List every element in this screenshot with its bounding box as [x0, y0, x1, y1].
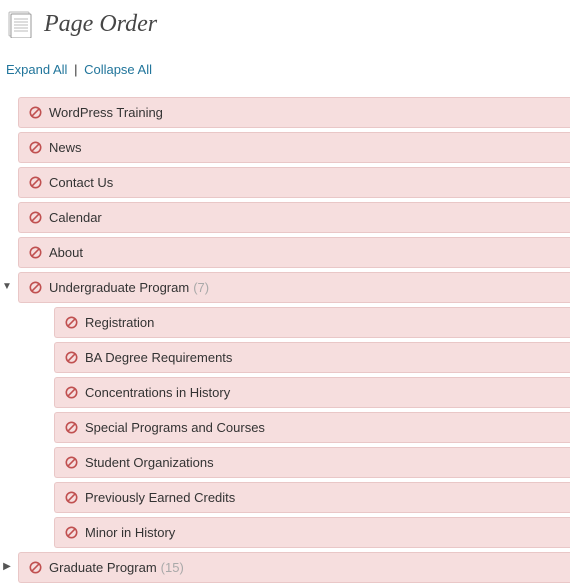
no-entry-icon	[29, 141, 42, 154]
page-label: Minor in History	[85, 525, 175, 540]
page-label: Previously Earned Credits	[85, 490, 235, 505]
no-entry-icon	[29, 106, 42, 119]
page-tree: WordPress Training News Contact Us Calendar…	[0, 87, 570, 583]
page-item: About	[18, 237, 570, 268]
page-label: News	[49, 140, 82, 155]
no-entry-icon	[65, 526, 78, 539]
child-count: (7)	[193, 280, 209, 295]
no-entry-icon	[29, 281, 42, 294]
page-label: Calendar	[49, 210, 102, 225]
page-row[interactable]: Graduate Program (15)	[18, 552, 570, 583]
disclosure-open-icon[interactable]: ▼	[0, 279, 14, 293]
page-label: BA Degree Requirements	[85, 350, 232, 365]
page-row[interactable]: Contact Us	[18, 167, 570, 198]
page-item: ▶Graduate Program(15)	[18, 552, 570, 583]
page-row[interactable]: Minor in History	[54, 517, 570, 548]
page-order-icon	[6, 10, 34, 38]
page-item: ▼Undergraduate Program(7)RegistrationBA …	[18, 272, 570, 548]
expand-all-link[interactable]: Expand All	[6, 62, 67, 77]
page-row[interactable]: Undergraduate Program (7)	[18, 272, 570, 303]
no-entry-icon	[65, 316, 78, 329]
disclosure-closed-icon[interactable]: ▶	[0, 559, 14, 573]
page-row[interactable]: BA Degree Requirements	[54, 342, 570, 373]
page-label: About	[49, 245, 83, 260]
page-label: Contact Us	[49, 175, 113, 190]
separator: |	[71, 62, 80, 77]
no-entry-icon	[65, 456, 78, 469]
page-row[interactable]: Student Organizations	[54, 447, 570, 478]
page-item: Registration	[54, 307, 570, 338]
page-label: Undergraduate Program	[49, 280, 189, 295]
page-header: Page Order	[0, 0, 570, 44]
page-item: Calendar	[18, 202, 570, 233]
no-entry-icon	[65, 351, 78, 364]
page-item: Minor in History	[54, 517, 570, 548]
page-row[interactable]: WordPress Training	[18, 97, 570, 128]
child-count: (15)	[161, 560, 184, 575]
no-entry-icon	[29, 561, 42, 574]
no-entry-icon	[65, 421, 78, 434]
page-item: Student Organizations	[54, 447, 570, 478]
no-entry-icon	[65, 386, 78, 399]
page-row[interactable]: Concentrations in History	[54, 377, 570, 408]
page-title: Page Order	[44, 11, 157, 38]
page-row[interactable]: Special Programs and Courses	[54, 412, 570, 443]
page-label: WordPress Training	[49, 105, 163, 120]
collapse-all-link[interactable]: Collapse All	[84, 62, 152, 77]
page-item: Previously Earned Credits	[54, 482, 570, 513]
child-list: Registration BA Degree Requirements Concen…	[18, 307, 570, 548]
page-item: Contact Us	[18, 167, 570, 198]
page-label: Student Organizations	[85, 455, 214, 470]
page-item: BA Degree Requirements	[54, 342, 570, 373]
no-entry-icon	[65, 491, 78, 504]
page-item: WordPress Training	[18, 97, 570, 128]
page-row[interactable]: Calendar	[18, 202, 570, 233]
page-item: Concentrations in History	[54, 377, 570, 408]
page-row[interactable]: About	[18, 237, 570, 268]
page-item: Special Programs and Courses	[54, 412, 570, 443]
page-label: Special Programs and Courses	[85, 420, 265, 435]
no-entry-icon	[29, 246, 42, 259]
no-entry-icon	[29, 176, 42, 189]
page-row[interactable]: Registration	[54, 307, 570, 338]
page-row[interactable]: News	[18, 132, 570, 163]
page-item: News	[18, 132, 570, 163]
page-label: Graduate Program	[49, 560, 157, 575]
page-row[interactable]: Previously Earned Credits	[54, 482, 570, 513]
page-label: Concentrations in History	[85, 385, 230, 400]
page-label: Registration	[85, 315, 154, 330]
no-entry-icon	[29, 211, 42, 224]
tree-controls: Expand All | Collapse All	[0, 44, 570, 87]
